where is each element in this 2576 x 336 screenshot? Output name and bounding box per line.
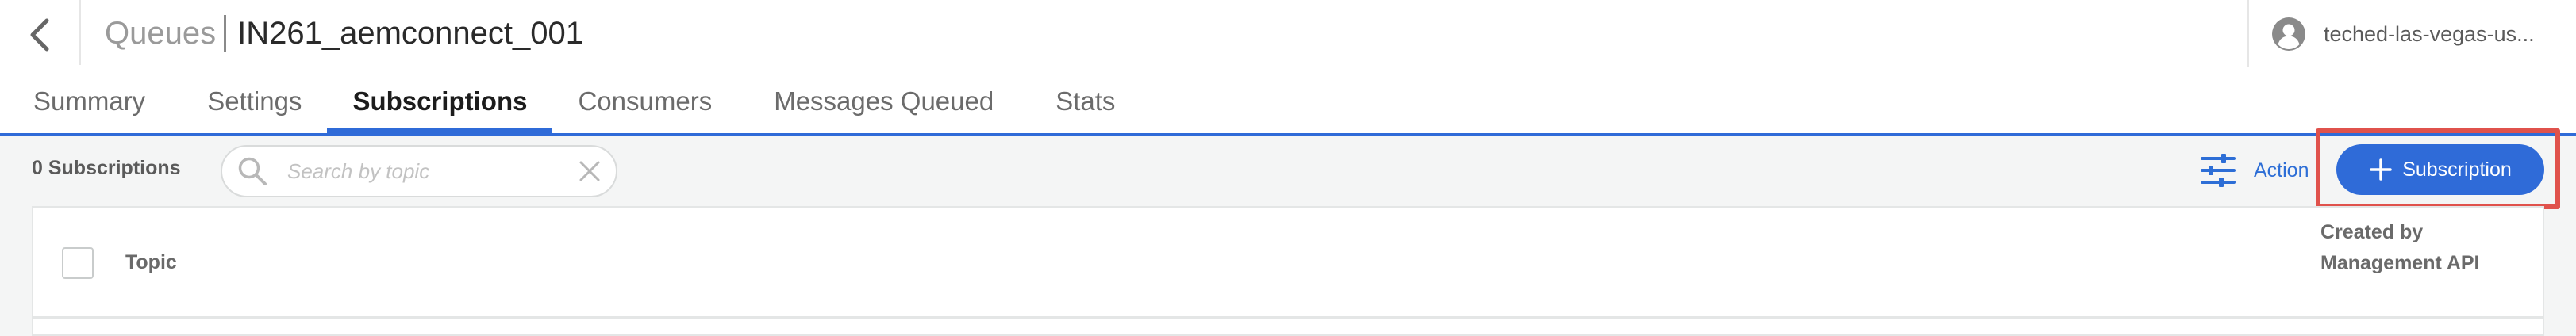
table-header: Topic Created by Management API [33,208,2543,319]
search-icon [238,157,267,185]
search-box [221,145,617,197]
action-button[interactable]: Action [2200,151,2309,190]
chevron-left-icon [30,18,49,52]
user-circle-icon [2272,17,2305,51]
tab-settings[interactable]: Settings [207,71,302,132]
sliders-icon [2201,154,2236,187]
breadcrumb: Queues IN261_aemconnect_001 [105,11,583,55]
tab-stats[interactable]: Stats [1055,71,1115,132]
action-label: Action [2254,158,2309,181]
back-button[interactable] [17,13,62,57]
close-icon[interactable] [578,159,602,183]
subscription-count: 0 Subscriptions [32,157,181,179]
tab-bar: Summary Settings Subscriptions Consumers… [0,71,2576,135]
header-divider-right [2247,0,2249,67]
page-title: IN261_aemconnect_001 [237,15,583,51]
tab-messages-queued[interactable]: Messages Queued [774,71,994,132]
search-input[interactable] [287,158,578,184]
tab-summary[interactable]: Summary [33,71,145,132]
subscriptions-table: Topic Created by Management API [32,206,2544,336]
breadcrumb-separator [224,15,227,52]
column-header-topic[interactable]: Topic [125,251,177,274]
breadcrumb-queues-link[interactable]: Queues [105,16,216,52]
select-all-checkbox[interactable] [62,247,94,279]
user-menu[interactable]: teched-las-vegas-us... [2271,14,2535,54]
user-name: teched-las-vegas-us... [2324,21,2535,46]
column-header-created-by-management-api[interactable]: Created by Management API [2320,217,2511,279]
tab-consumers[interactable]: Consumers [578,71,712,132]
app-header: Queues IN261_aemconnect_001 teched-las-v… [0,0,2576,67]
header-divider [79,0,81,65]
tab-subscriptions[interactable]: Subscriptions [327,71,553,133]
highlight-annotation [2316,128,2560,209]
